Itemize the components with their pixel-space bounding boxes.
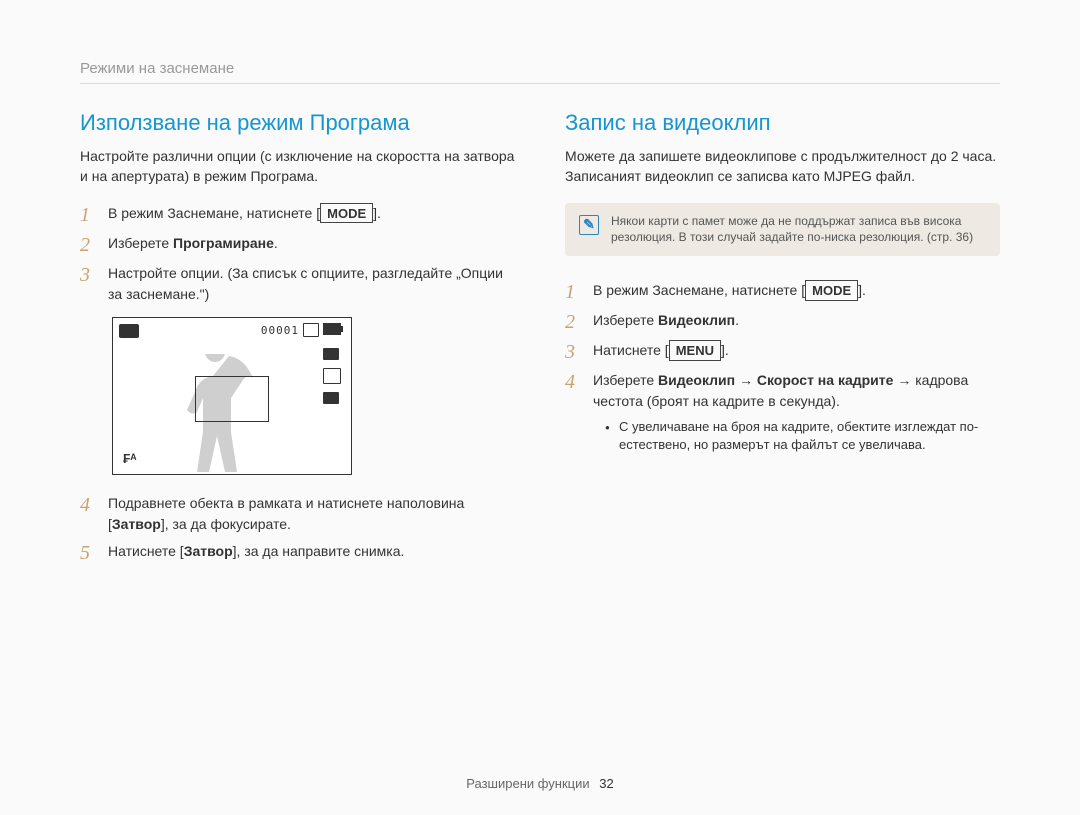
resolution-icon bbox=[323, 348, 339, 360]
step-row: 2 Изберете Видеоклип. bbox=[565, 310, 1000, 334]
step-number: 1 bbox=[565, 280, 593, 304]
step-text: ], за да направите снимка. bbox=[233, 543, 405, 559]
step-body: Настройте опции. (За списък с опциите, р… bbox=[108, 263, 515, 305]
sub-bullet: С увеличаване на броя на кадрите, обекти… bbox=[605, 418, 1000, 454]
left-column: Използване на режим Програма Настройте р… bbox=[80, 110, 515, 571]
manual-page: Режими на заснемане Използване на режим … bbox=[0, 0, 1080, 815]
right-intro: Можете да запишете видеоклипове с продъл… bbox=[565, 146, 1000, 187]
mode-indicator-icon bbox=[119, 324, 139, 338]
step-number: 3 bbox=[80, 263, 108, 287]
step-number: 2 bbox=[565, 310, 593, 334]
left-intro: Настройте различни опции (с изключение н… bbox=[80, 146, 515, 187]
arrow-icon: → bbox=[893, 372, 915, 388]
step-number: 3 bbox=[565, 340, 593, 364]
menu-button-label: MENU bbox=[669, 340, 721, 361]
drive-icon bbox=[323, 392, 339, 404]
step-body: Изберете Видеоклип. bbox=[593, 310, 1000, 331]
step-bold: Видеоклип bbox=[658, 312, 735, 328]
page-number: 32 bbox=[599, 776, 613, 791]
step-bold: Програмиране bbox=[173, 235, 274, 251]
step-text: Изберете bbox=[593, 372, 658, 388]
step-row: 3 Настройте опции. (За списък с опциите,… bbox=[80, 263, 515, 305]
metering-icon bbox=[323, 368, 341, 384]
step-body: Натиснете [MENU]. bbox=[593, 340, 1000, 361]
memory-card-icon bbox=[303, 323, 319, 337]
step-bold: Видеоклип bbox=[658, 372, 735, 388]
step-row: 1 В режим Заснемане, натиснете [MODE]. bbox=[80, 203, 515, 227]
step-body: Изберете Програмиране. bbox=[108, 233, 515, 254]
step-row: 4 Подравнете обекта в рамката и натиснет… bbox=[80, 493, 515, 535]
step-text: Натиснете [ bbox=[593, 342, 669, 358]
left-steps-continued: 4 Подравнете обекта в рамката и натиснет… bbox=[80, 493, 515, 565]
note-text: Някои карти с памет може да не поддържат… bbox=[611, 213, 986, 247]
step-bold: Затвор bbox=[184, 543, 233, 559]
right-heading: Запис на видеоклип bbox=[565, 110, 1000, 136]
mode-button-label: MODE bbox=[320, 203, 373, 224]
step-number: 4 bbox=[80, 493, 108, 517]
step-number: 2 bbox=[80, 233, 108, 257]
step-body: В режим Заснемане, натиснете [MODE]. bbox=[108, 203, 515, 224]
step-text: Натиснете [ bbox=[108, 543, 184, 559]
mode-button-label: MODE bbox=[805, 280, 858, 301]
section-header: Режими на заснемане bbox=[80, 60, 1000, 84]
focus-rectangle-icon bbox=[195, 376, 269, 422]
step-row: 5 Натиснете [Затвор], за да направите сн… bbox=[80, 541, 515, 565]
step-bold: Затвор bbox=[112, 516, 161, 532]
step-text: ]. bbox=[373, 205, 381, 221]
step-body: В режим Заснемане, натиснете [MODE]. bbox=[593, 280, 1000, 301]
arrow-icon: → bbox=[735, 372, 757, 388]
step-number: 5 bbox=[80, 541, 108, 565]
page-footer: Разширени функции 32 bbox=[0, 776, 1080, 791]
step-row: 1 В режим Заснемане, натиснете [MODE]. bbox=[565, 280, 1000, 304]
step-text: ]. bbox=[721, 342, 729, 358]
step-text: Настройте опции. (За списък с опциите, р… bbox=[108, 265, 503, 302]
right-icon-stack bbox=[323, 348, 341, 404]
two-columns: Използване на режим Програма Настройте р… bbox=[80, 110, 1000, 571]
shot-counter: 00001 bbox=[261, 324, 299, 337]
right-column: Запис на видеоклип Можете да запишете ви… bbox=[565, 110, 1000, 571]
step-text: . bbox=[274, 235, 278, 251]
step-text: В режим Заснемане, натиснете [ bbox=[593, 282, 805, 298]
step-body: Изберете Видеоклип → Скорост на кадрите … bbox=[593, 370, 1000, 412]
step-bold: Скорост на кадрите bbox=[757, 372, 894, 388]
note-icon: ✎ bbox=[579, 215, 599, 235]
note-box: ✎ Някои карти с памет може да не поддърж… bbox=[565, 203, 1000, 257]
flash-mode-icon: ₣ᴬ bbox=[123, 451, 137, 466]
step-text: ], за да фокусирате. bbox=[161, 516, 291, 532]
camera-preview-illustration: 00001 ₣ᴬ bbox=[112, 317, 352, 475]
step-body: Подравнете обекта в рамката и натиснете … bbox=[108, 493, 515, 535]
step-row: 2 Изберете Програмиране. bbox=[80, 233, 515, 257]
footer-label: Разширени функции bbox=[466, 776, 589, 791]
battery-icon bbox=[323, 323, 341, 335]
step-row: 3 Натиснете [MENU]. bbox=[565, 340, 1000, 364]
right-steps: 1 В режим Заснемане, натиснете [MODE]. 2… bbox=[565, 280, 1000, 412]
step-text: Изберете bbox=[593, 312, 658, 328]
step-number: 1 bbox=[80, 203, 108, 227]
step-number: 4 bbox=[565, 370, 593, 394]
left-heading: Използване на режим Програма bbox=[80, 110, 515, 136]
step-text: Изберете bbox=[108, 235, 173, 251]
step-row: 4 Изберете Видеоклип → Скорост на кадрит… bbox=[565, 370, 1000, 412]
left-steps: 1 В режим Заснемане, натиснете [MODE]. 2… bbox=[80, 203, 515, 305]
step-body: Натиснете [Затвор], за да направите сним… bbox=[108, 541, 515, 562]
step-text: В режим Заснемане, натиснете [ bbox=[108, 205, 320, 221]
step-text: ]. bbox=[858, 282, 866, 298]
step-text: . bbox=[735, 312, 739, 328]
